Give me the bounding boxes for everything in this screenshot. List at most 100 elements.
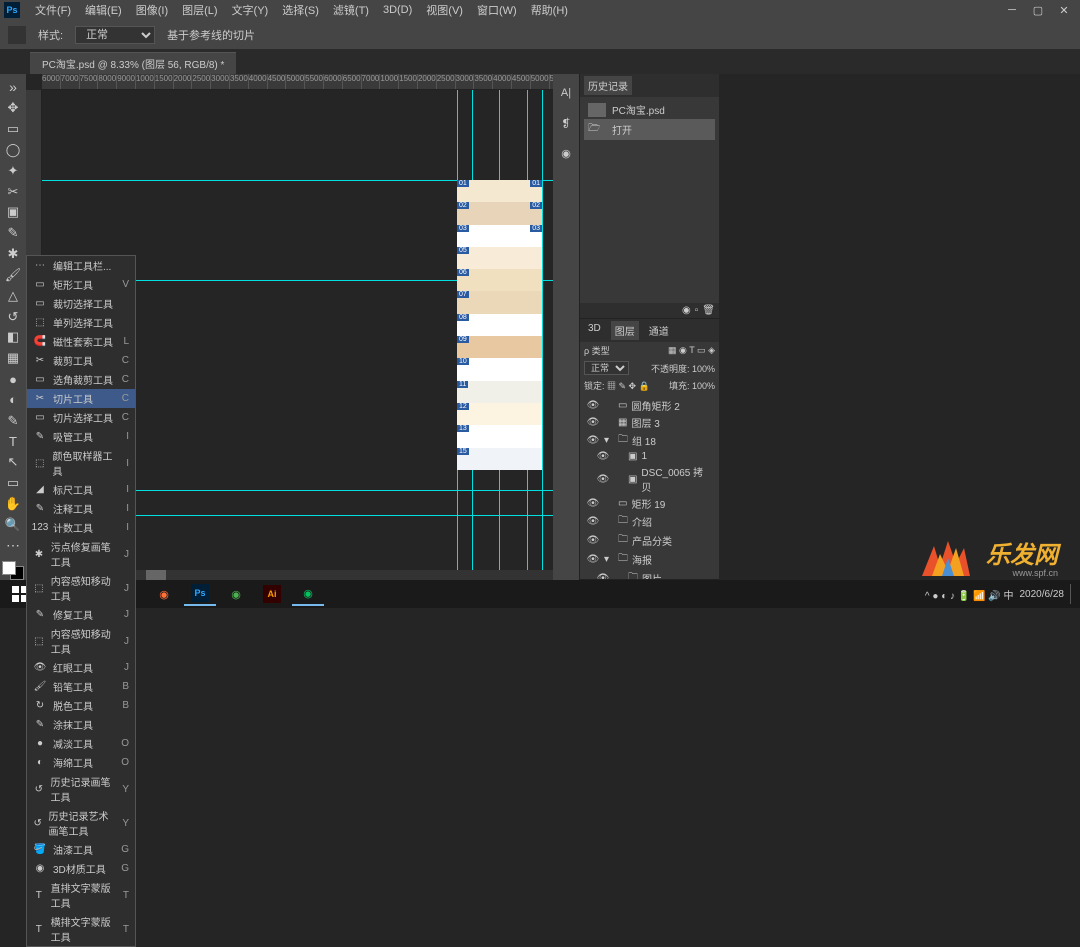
ctx-tool-item[interactable]: ✂切片工具C — [27, 389, 135, 408]
ctx-tool-item[interactable]: ✎注释工具I — [27, 499, 135, 518]
menu-select[interactable]: 选择(S) — [275, 2, 326, 18]
slice[interactable]: 13 — [457, 425, 542, 447]
document-tab[interactable]: PC淘宝.psd @ 8.33% (图层 56, RGB/8) * — [30, 52, 236, 74]
healing-tool[interactable]: ✱ — [2, 245, 24, 264]
visibility-icon[interactable]: 👁 — [596, 573, 610, 580]
menu-layer[interactable]: 图层(L) — [175, 2, 224, 18]
close-button[interactable]: ✕ — [1052, 2, 1076, 18]
blur-tool[interactable]: ● — [2, 370, 24, 389]
current-tool-icon[interactable] — [8, 26, 26, 44]
menu-image[interactable]: 图像(I) — [129, 2, 175, 18]
toolbar-expand-icon[interactable]: » — [2, 78, 24, 97]
menu-3d[interactable]: 3D(D) — [376, 4, 419, 16]
fill-value[interactable]: 100% — [692, 381, 715, 391]
path-tool[interactable]: ↖ — [2, 453, 24, 472]
layer-row[interactable]: 👁▣DSC_0065 拷贝 — [584, 463, 715, 495]
eraser-tool[interactable]: ◧ — [2, 328, 24, 347]
layer-row[interactable]: 👁▣1 — [584, 450, 715, 463]
style-select[interactable]: 正常 — [75, 26, 155, 44]
slice[interactable]: 0101 — [457, 180, 542, 202]
slice[interactable]: 06 — [457, 269, 542, 291]
minimize-button[interactable]: ─ — [1000, 2, 1024, 18]
slice[interactable]: 07 — [457, 291, 542, 313]
menu-file[interactable]: 文件(F) — [28, 2, 78, 18]
tab-layers[interactable]: 图层 — [611, 321, 639, 340]
ctx-tool-item[interactable]: ✎吸管工具I — [27, 427, 135, 446]
menu-filter[interactable]: 滤镜(T) — [326, 2, 376, 18]
maximize-button[interactable]: ▢ — [1026, 2, 1050, 18]
edit-toolbar-button[interactable]: ⋯ — [2, 536, 24, 555]
ctx-tool-item[interactable]: ↻脱色工具B — [27, 696, 135, 715]
slice-guides-checkbox[interactable]: 基于参考线的切片 — [167, 27, 255, 43]
ctx-tool-item[interactable]: ✱污点修复画笔工具J — [27, 537, 135, 571]
menu-view[interactable]: 视图(V) — [419, 2, 470, 18]
canvas-scrollbar-thumb[interactable] — [146, 570, 166, 580]
layer-row[interactable]: 👁🗀介绍 — [584, 512, 715, 531]
history-step[interactable]: 🗁打开 — [584, 119, 715, 140]
ctx-tool-item[interactable]: ⬚单列选择工具 — [27, 313, 135, 332]
visibility-icon[interactable]: 👁 — [586, 516, 600, 527]
ctx-tool-item[interactable]: ●减淡工具O — [27, 734, 135, 753]
visibility-icon[interactable]: 👁 — [596, 474, 610, 485]
slice[interactable]: 15 — [457, 448, 542, 470]
panel-icon-color[interactable]: ◉ — [555, 142, 577, 164]
pen-tool[interactable]: ✎ — [2, 411, 24, 430]
show-desktop[interactable] — [1070, 584, 1076, 604]
visibility-icon[interactable]: 👁 — [586, 417, 600, 428]
ctx-tool-item[interactable]: ▭矩形工具V — [27, 275, 135, 294]
wechat-icon[interactable]: ◉ — [292, 582, 324, 606]
menu-help[interactable]: 帮助(H) — [524, 2, 575, 18]
ctx-tool-item[interactable]: ▭选角裁剪工具C — [27, 370, 135, 389]
gradient-tool[interactable]: ▦ — [2, 349, 24, 368]
crop-tool[interactable]: ✂ — [2, 182, 24, 201]
history-brush-tool[interactable]: ↺ — [2, 307, 24, 326]
ctx-tool-item[interactable]: ◢标尺工具I — [27, 480, 135, 499]
zoom-tool[interactable]: 🔍 — [2, 515, 24, 534]
eyedropper-tool[interactable]: ✎ — [2, 224, 24, 243]
delete-icon[interactable]: 🗑 — [702, 305, 715, 316]
ctx-tool-item[interactable]: 🪣油漆工具G — [27, 840, 135, 859]
ctx-tool-item[interactable]: ▭切片选择工具C — [27, 408, 135, 427]
ctx-tool-item[interactable]: ⬚内容感知移动工具J — [27, 624, 135, 658]
guide-vertical[interactable] — [542, 90, 543, 580]
tab-3d[interactable]: 3D — [584, 321, 605, 340]
history-snapshot[interactable]: PC淘宝.psd — [584, 100, 715, 119]
visibility-icon[interactable]: 👁 — [586, 498, 600, 509]
hand-tool[interactable]: ✋ — [2, 495, 24, 514]
ctx-tool-item[interactable]: ▭裁切选择工具 — [27, 294, 135, 313]
layer-row[interactable]: 👁🗀产品分类 — [584, 531, 715, 550]
ctx-tool-item[interactable]: 🧲磁性套索工具L — [27, 332, 135, 351]
illustrator-icon[interactable]: Ai — [256, 582, 288, 606]
new-state-icon[interactable]: ▫ — [695, 305, 699, 316]
ctx-tool-item[interactable]: 123计数工具I — [27, 518, 135, 537]
layer-row[interactable]: 👁▦图层 3 — [584, 414, 715, 431]
new-snapshot-icon[interactable]: ◉ — [682, 305, 691, 316]
menu-window[interactable]: 窗口(W) — [470, 2, 524, 18]
layer-row[interactable]: 👁▭圆角矩形 2 — [584, 397, 715, 414]
slice[interactable]: 05 — [457, 247, 542, 269]
slice[interactable]: 11 — [457, 381, 542, 403]
panel-icon-char[interactable]: A| — [555, 82, 577, 104]
disclosure-icon[interactable]: ▾ — [604, 554, 614, 565]
tab-channels[interactable]: 通道 — [645, 321, 673, 340]
ctx-tool-item[interactable]: 🖌铅笔工具B — [27, 677, 135, 696]
layer-row[interactable]: 👁▾🗀组 18 — [584, 431, 715, 450]
ctx-tool-item[interactable]: ⬚内容感知移动工具J — [27, 571, 135, 605]
ctx-tool-item[interactable]: ◉3D材质工具G — [27, 859, 135, 878]
ctx-tool-item[interactable]: ⬚颜色取样器工具I — [27, 446, 135, 480]
menu-type[interactable]: 文字(Y) — [225, 2, 276, 18]
slice[interactable]: 0202 — [457, 202, 542, 224]
foreground-color[interactable] — [2, 561, 16, 575]
ctx-tool-item[interactable]: 👁红眼工具J — [27, 658, 135, 677]
slice[interactable]: 08 — [457, 314, 542, 336]
ctx-tool-item[interactable]: ✎涂抹工具 — [27, 715, 135, 734]
browser-icon[interactable]: ◉ — [220, 582, 252, 606]
disclosure-icon[interactable]: ▾ — [604, 435, 614, 446]
ctx-tool-item[interactable]: ◐海绵工具O — [27, 753, 135, 772]
tray-icons[interactable]: ^ ● ◐ ♪ 🔋 📶 🔊 中 — [925, 587, 1014, 602]
visibility-icon[interactable]: 👁 — [586, 535, 600, 546]
ctx-tool-item[interactable]: T直排文字蒙版工具T — [27, 878, 135, 912]
blend-mode-select[interactable]: 正常 — [584, 361, 629, 375]
dodge-tool[interactable]: ◐ — [2, 390, 24, 409]
move-tool[interactable]: ✥ — [2, 99, 24, 118]
